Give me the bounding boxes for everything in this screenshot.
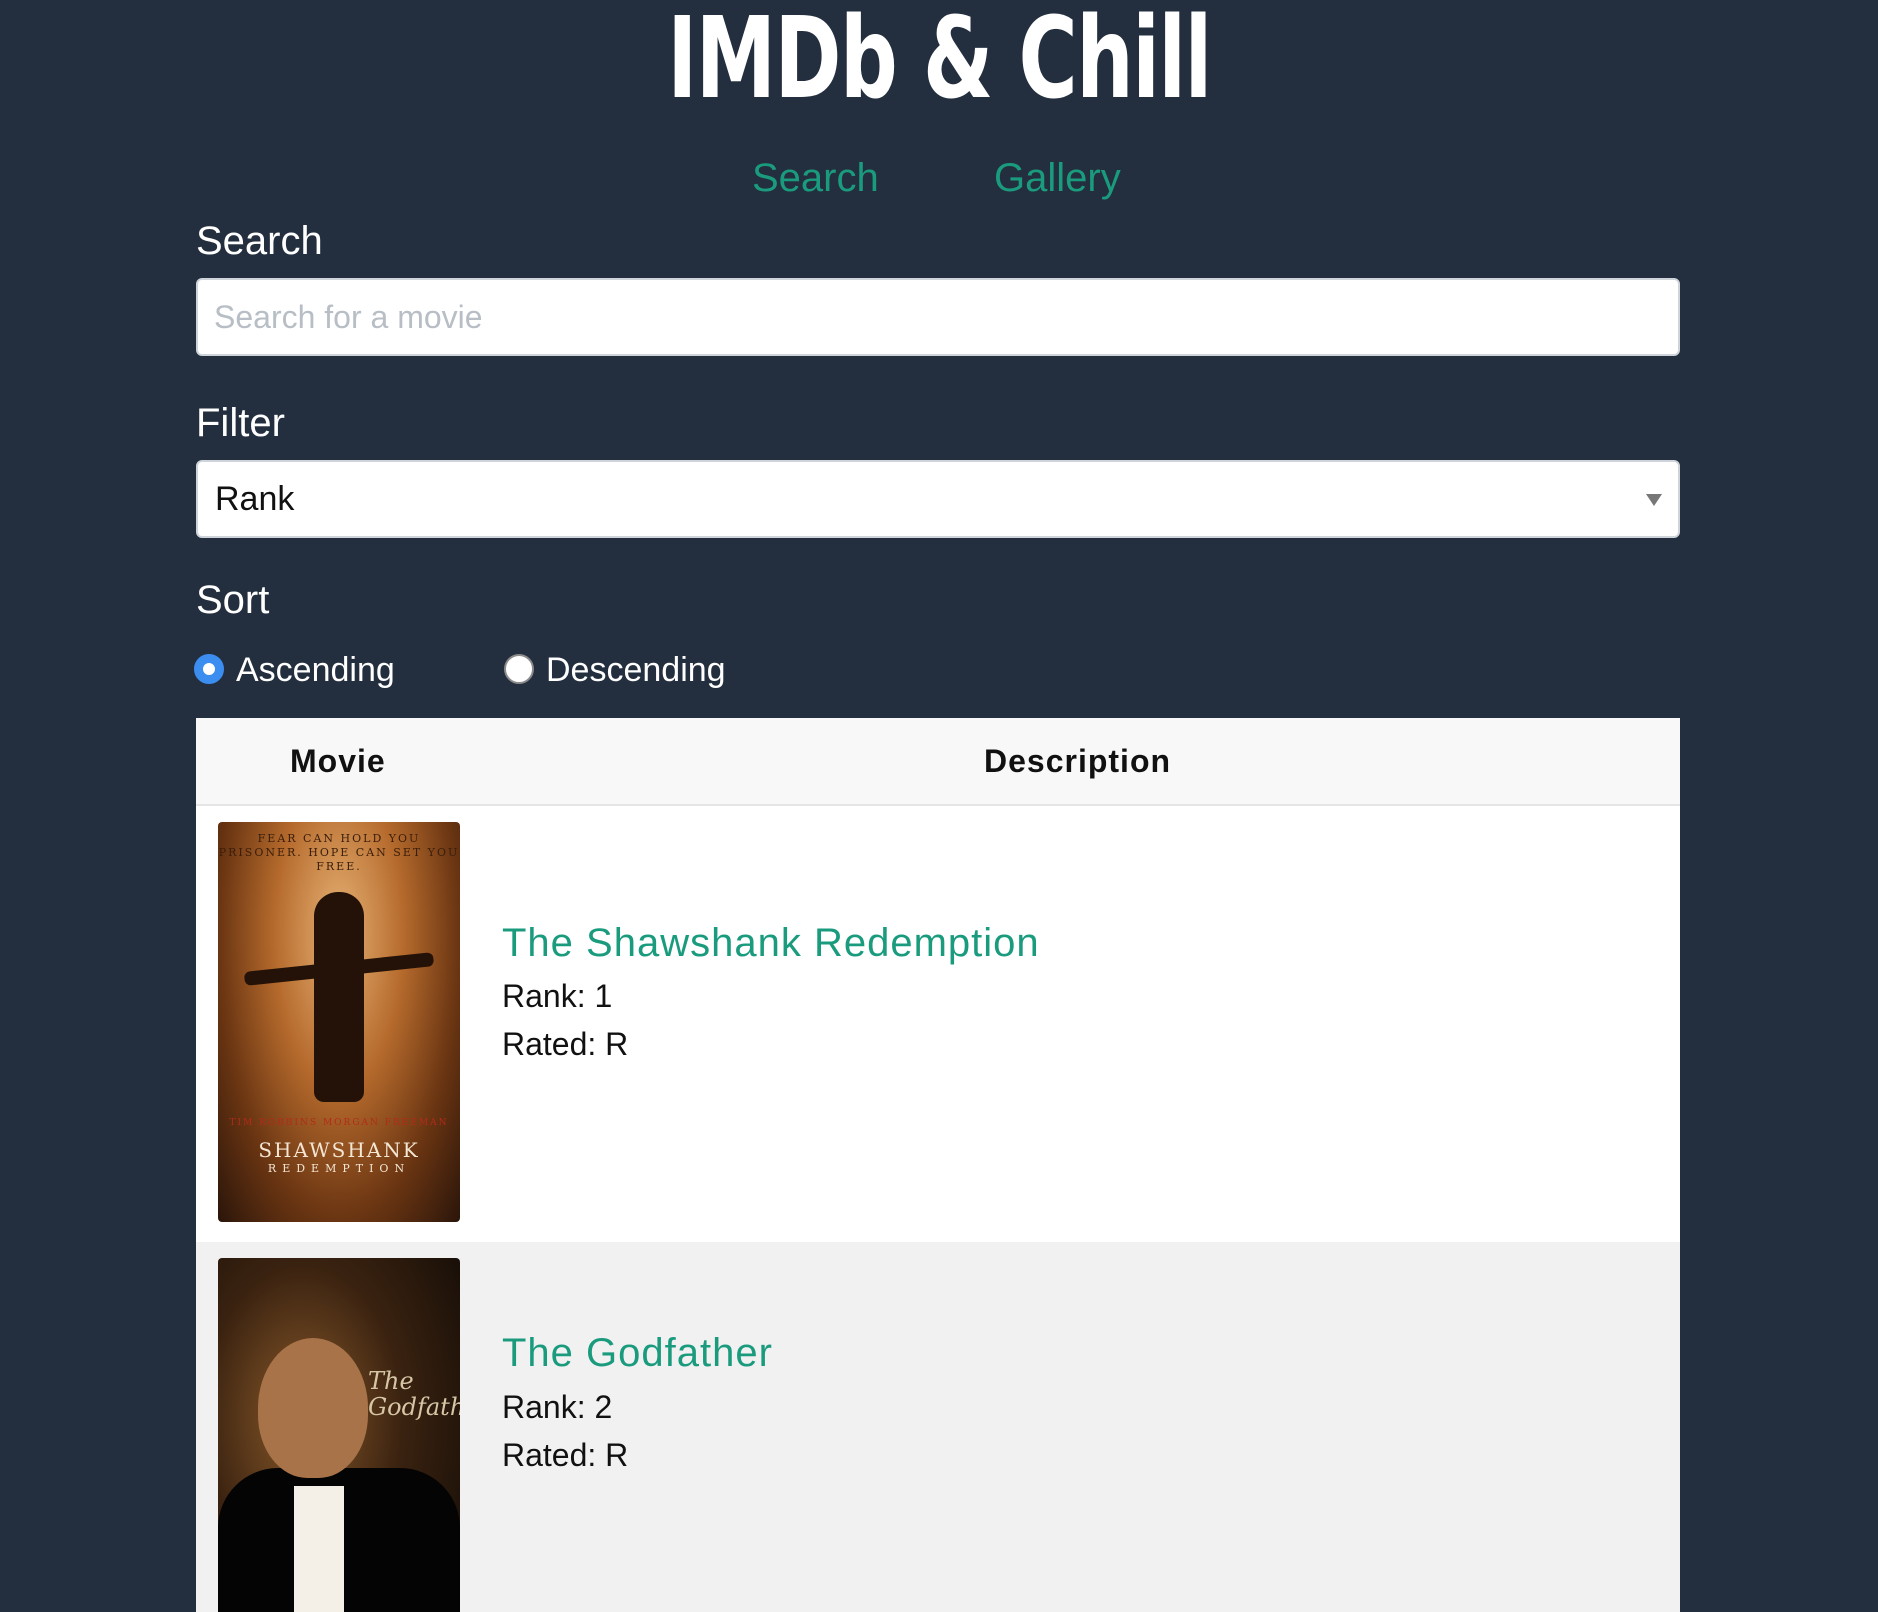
chevron-down-icon [1646,494,1662,506]
nav-link-gallery[interactable]: Gallery [994,150,1121,206]
poster-face [258,1338,368,1478]
movie-title-link[interactable]: The Shawshank Redemption [502,918,1040,968]
movie-rating: Rated: R [502,1437,629,1473]
radio-descending[interactable] [504,654,534,684]
radio-ascending[interactable] [194,654,224,684]
search-label: Search [196,219,323,263]
poster-figure [314,892,364,1102]
movie-rank: Rank: 2 [502,1389,613,1425]
sort-options: Ascending Descending [194,645,994,695]
movie-title-link[interactable]: The Godfather [502,1328,773,1378]
filter-select[interactable]: Rank [196,460,1680,538]
nav-link-search[interactable]: Search [752,150,879,206]
poster-tagline: FEAR CAN HOLD YOU PRISONER. HOPE CAN SET… [218,832,460,873]
main-nav: Search Gallery [0,150,1878,206]
sort-label: Sort [196,578,270,622]
movie-poster[interactable]: The Godfather [218,1258,460,1612]
radio-ascending-label: Ascending [236,651,395,689]
poster-shirt [294,1486,344,1612]
filter-selected-value: Rank [215,480,295,518]
search-input[interactable] [196,278,1680,356]
movie-rank: Rank: 1 [502,978,613,1014]
filter-label: Filter [196,401,285,445]
column-header-description: Description [984,743,1172,779]
column-header-movie: Movie [290,743,386,779]
app-title: IMDb & Chill [667,0,1212,124]
poster-title: SHAWSHANK [258,1138,420,1162]
poster-logo: The Godfather [368,1367,460,1421]
table-row: FEAR CAN HOLD YOU PRISONER. HOPE CAN SET… [196,806,1680,1242]
poster-names: TIM ROBBINS MORGAN FREEMAN [229,1118,449,1128]
movie-poster[interactable]: FEAR CAN HOLD YOU PRISONER. HOPE CAN SET… [218,822,460,1222]
poster-subtitle: REDEMPTION [267,1162,411,1175]
radio-descending-label: Descending [546,651,726,689]
table-row: The Godfather The Godfather Rank: 2 Rate… [196,1242,1680,1612]
movie-table: Movie Description FEAR CAN HOLD YOU PRIS… [196,718,1680,1612]
table-header: Movie Description [196,718,1680,806]
movie-rating: Rated: R [502,1026,629,1062]
